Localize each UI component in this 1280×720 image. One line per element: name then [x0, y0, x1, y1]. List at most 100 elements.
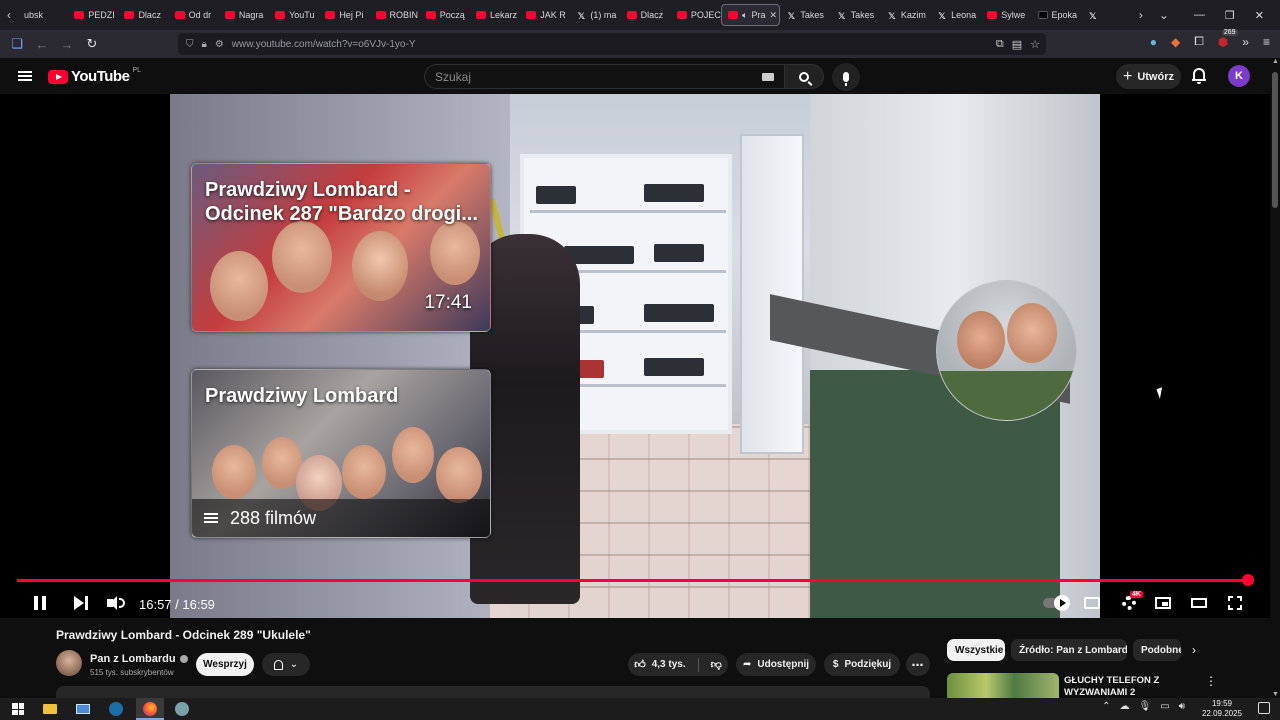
channel-name[interactable]: Pan z Lombardu [90, 653, 188, 665]
theater-mode-button[interactable] [1190, 593, 1208, 613]
forward-icon[interactable]: → [55, 32, 79, 56]
fullscreen-button[interactable] [1227, 593, 1243, 613]
autoplay-toggle[interactable] [1040, 593, 1070, 613]
tray-expand-icon[interactable]: ⌃ [1102, 701, 1110, 712]
page-scrollbar[interactable]: ▲ ▼ [1270, 58, 1280, 698]
channel-avatar[interactable] [56, 650, 82, 676]
browser-tab[interactable]: ROBIN [370, 4, 420, 26]
search-input[interactable]: Szukaj [424, 64, 784, 89]
search-button[interactable] [784, 64, 824, 89]
file-explorer-icon[interactable] [42, 701, 58, 717]
network-icon[interactable]: ▭ [1160, 701, 1169, 712]
settings-button[interactable]: 4K [1118, 591, 1143, 613]
permissions-icon[interactable]: ⚙ [215, 39, 224, 50]
tabs-scroll-right-icon[interactable]: › [1132, 8, 1150, 22]
app-menu-icon[interactable]: ≡ [1263, 35, 1270, 49]
recommended-thumbnail[interactable] [947, 673, 1059, 698]
thanks-button[interactable]: $ Podziękuj [824, 653, 900, 676]
end-card-video[interactable]: Prawdziwy Lombard - Odcinek 287 "Bardzo … [191, 163, 491, 332]
tabs-scroll-left-icon[interactable]: ‹ [0, 8, 18, 22]
ublock-icon[interactable]: ⬢ 269 [1218, 28, 1238, 49]
firefox-icon[interactable] [142, 701, 158, 717]
url-bar[interactable]: ⛉ 🔒︎ ⚙ www.youtube.com/watch?v=o6VJv-1yo… [178, 33, 1046, 55]
browser-tab[interactable]: Dlacz [621, 4, 671, 26]
notifications-bell-icon[interactable] [1192, 68, 1206, 84]
windows-start-icon[interactable] [10, 701, 26, 717]
browser-tab[interactable]: Począ [420, 4, 470, 26]
browser-tab[interactable]: PEDZI [68, 4, 118, 26]
extension-fox-icon[interactable]: ◆ [1171, 35, 1180, 49]
support-button[interactable]: Wesprzyj [196, 653, 254, 676]
chip-all[interactable]: Wszystkie [947, 639, 1005, 661]
browser-tab[interactable]: Lekarz [470, 4, 520, 26]
browser-tab[interactable]: 𝕏 Leona [931, 4, 981, 26]
chip-source[interactable]: Źródło: Pan z Lombardu [1011, 639, 1127, 661]
close-tab-icon[interactable]: ✕ [769, 10, 779, 21]
scroll-up-icon[interactable]: ▲ [1272, 58, 1279, 65]
progress-bar[interactable] [17, 579, 1248, 582]
reload-icon[interactable]: ↻ [80, 32, 104, 56]
steam-icon[interactable] [108, 701, 124, 717]
shield-icon[interactable]: ⛉ [186, 39, 194, 50]
recommended-title[interactable]: GŁUCHY TELEFON Z WYZWANIAMI 2 [1064, 675, 1184, 700]
back-icon[interactable]: ← [30, 32, 54, 56]
keyboard-icon[interactable] [762, 73, 774, 81]
chips-next-icon[interactable]: › [1192, 643, 1196, 657]
restore-window-icon[interactable]: ❐ [1225, 9, 1235, 22]
notifications-button[interactable]: ⌄ [262, 653, 310, 676]
browser-tab[interactable]: POJEC [671, 4, 721, 26]
browser-tab-active[interactable]: 🔈︎ Pra ✕ [721, 4, 781, 26]
browser-tab[interactable]: Od dr [169, 4, 219, 26]
url-text[interactable]: www.youtube.com/watch?v=o6VJv-1yo-Y [232, 39, 416, 50]
browser-tab[interactable]: Hej Pi [319, 4, 369, 26]
extension-shield-icon[interactable]: ● [1150, 35, 1157, 49]
next-video-button[interactable] [72, 593, 90, 613]
browser-tab[interactable]: JAK R [520, 4, 570, 26]
account-avatar[interactable]: K [1228, 65, 1250, 87]
picture-in-picture-icon[interactable]: ⧉ [996, 38, 1004, 51]
share-button[interactable]: ➦ Udostępnij [736, 653, 816, 676]
chip-similar[interactable]: Podobne [1133, 639, 1181, 661]
pause-button[interactable] [32, 593, 48, 613]
description-box[interactable] [56, 686, 930, 698]
taskbar-app-icon[interactable] [174, 701, 190, 717]
browser-tab[interactable]: 𝕏 [1082, 4, 1132, 26]
tab-audio-icon[interactable]: 🔈︎ [742, 10, 747, 21]
browser-tab[interactable]: 𝕏 Takes [831, 4, 881, 26]
overflow-menu-icon[interactable]: » [1242, 35, 1249, 49]
close-window-icon[interactable]: ✕ [1255, 9, 1264, 22]
video-player[interactable]: Prawdziwy Lombard - Odcinek 287 "Bardzo … [0, 94, 1270, 618]
like-count[interactable]: 4,3 tys. [652, 659, 686, 670]
tab-list-dropdown-icon[interactable]: ⌄ [1150, 8, 1178, 22]
end-card-channel[interactable] [936, 280, 1077, 421]
volume-button[interactable] [106, 593, 126, 613]
browser-tab[interactable]: 𝕏 Kazim [881, 4, 931, 26]
more-actions-button[interactable]: ⋯ [906, 653, 930, 676]
tab-groups-icon[interactable]: ❏ [5, 32, 29, 56]
browser-tab[interactable]: Nagra [219, 4, 269, 26]
microphone-tray-icon[interactable]: 🎙︎ [1139, 701, 1152, 712]
menu-icon[interactable] [18, 71, 32, 81]
notification-center-icon[interactable] [1258, 702, 1270, 714]
browser-tab[interactable]: Sylwe [981, 4, 1031, 26]
voice-search-button[interactable] [832, 63, 860, 91]
browser-tab[interactable]: 𝕏 Takes [780, 4, 830, 26]
remote-desktop-icon[interactable] [75, 701, 91, 717]
onedrive-icon[interactable]: ☁ [1120, 701, 1130, 712]
recommended-menu-icon[interactable]: ⋮ [1205, 674, 1217, 688]
bookmark-star-icon[interactable]: ☆ [1030, 38, 1040, 51]
scrollbar-thumb[interactable] [1272, 72, 1278, 208]
dislike-icon[interactable]: 👎︎ [711, 658, 722, 671]
browser-tab[interactable]: 𝕏 (1) ma [570, 4, 620, 26]
extensions-puzzle-icon[interactable]: ⧠ [1194, 34, 1204, 49]
miniplayer-button[interactable] [1154, 593, 1172, 613]
browser-tab[interactable]: Dlacz [118, 4, 168, 26]
reader-view-icon[interactable]: ▤ [1012, 38, 1022, 51]
subtitles-button[interactable] [1083, 593, 1101, 613]
scroll-down-icon[interactable]: ▼ [1272, 691, 1279, 698]
minimize-window-icon[interactable]: — [1194, 9, 1205, 22]
create-button[interactable]: + Utwórz [1116, 64, 1181, 89]
youtube-logo[interactable]: YouTube PL [48, 67, 141, 85]
browser-tab[interactable]: YouTu [269, 4, 319, 26]
like-icon[interactable]: 👍︎ [634, 658, 646, 671]
